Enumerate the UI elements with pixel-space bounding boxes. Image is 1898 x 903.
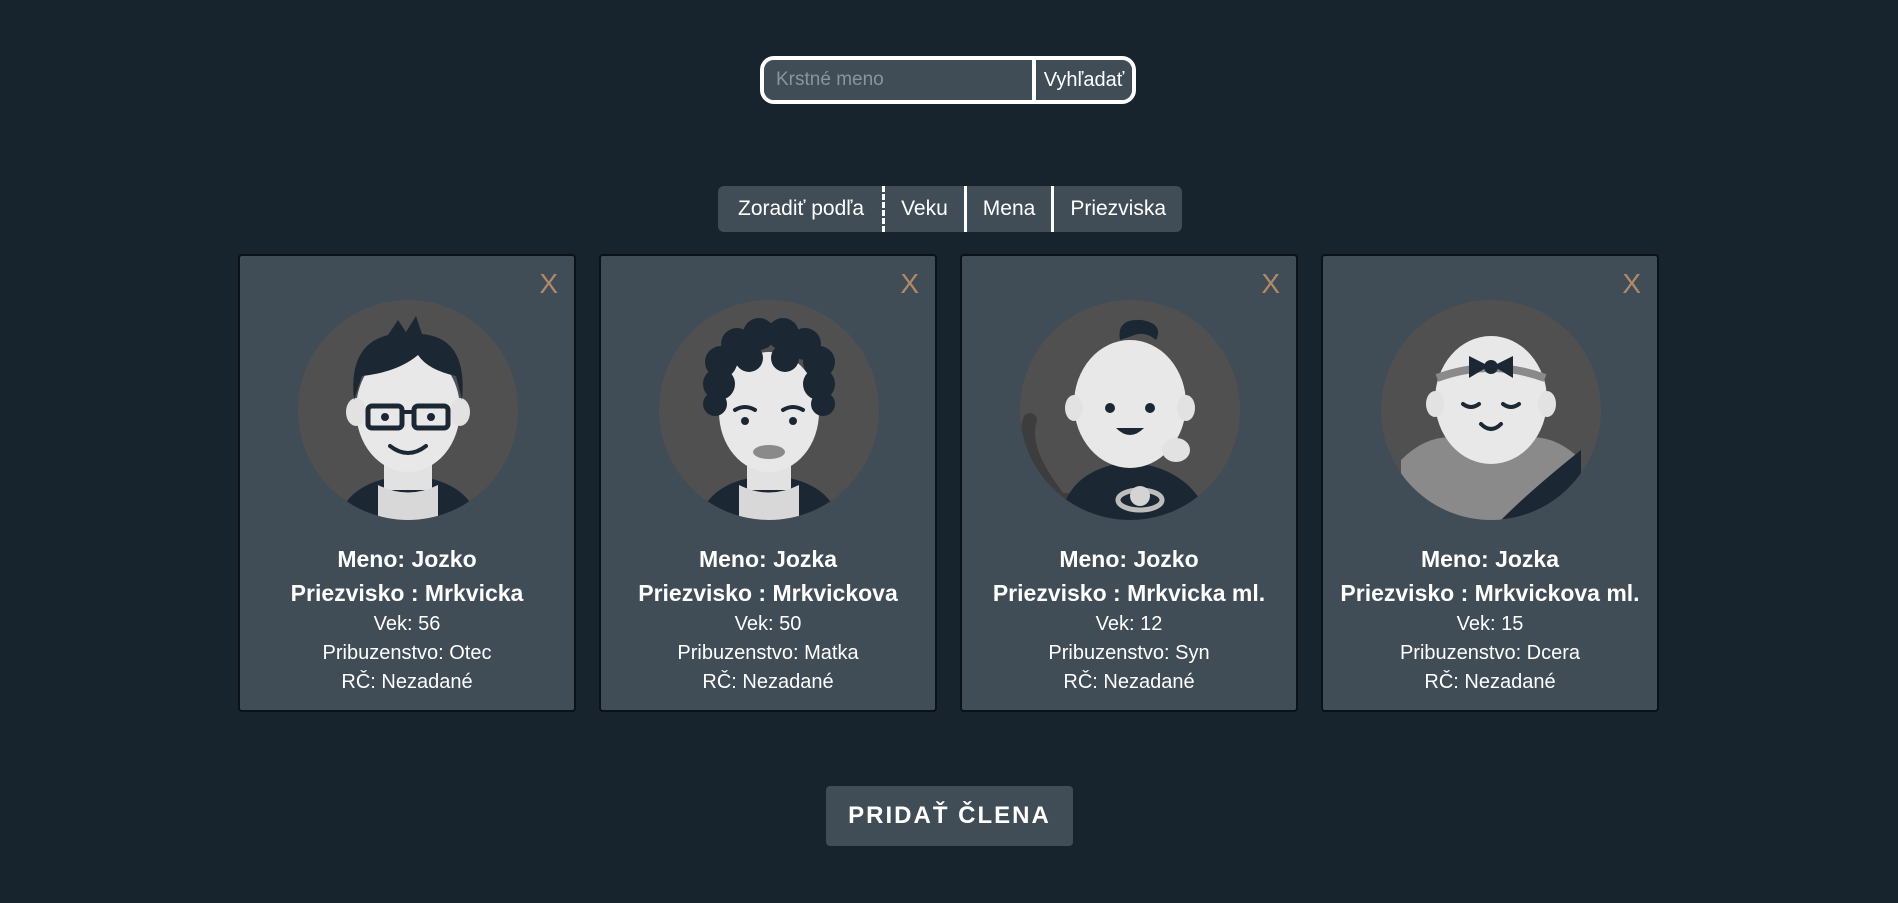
member-name: Meno: Jozka <box>698 546 838 572</box>
member-surname: Priezvisko : Mrkvicka <box>290 580 524 606</box>
search-input[interactable] <box>764 60 1032 100</box>
member-info: Meno: Jozko Priezvisko : Mrkvicka ml. Ve… <box>962 542 1296 697</box>
member-age: Vek: 50 <box>734 613 802 635</box>
sort-bar: Zoradiť podľa Veku Mena Priezviska <box>718 186 1183 232</box>
remove-member-button[interactable]: X <box>539 268 558 300</box>
man-with-glasses-avatar <box>298 300 518 520</box>
sort-by-surname-button[interactable]: Priezviska <box>1054 186 1182 232</box>
member-surname: Priezvisko : Mrkvickova ml. <box>1340 580 1640 606</box>
member-age: Vek: 12 <box>1095 613 1163 635</box>
member-rc: RČ: Nezadané <box>341 671 473 693</box>
member-rc: RČ: Nezadané <box>702 671 834 693</box>
member-info: Meno: Jozka Priezvisko : Mrkvickova ml. … <box>1323 542 1657 697</box>
sort-by-name-button[interactable]: Mena <box>967 186 1052 232</box>
remove-member-button[interactable]: X <box>1622 268 1641 300</box>
member-relation: Pribuzenstvo: Matka <box>677 642 859 664</box>
member-rc: RČ: Nezadané <box>1063 671 1195 693</box>
woman-curly-hair-avatar <box>659 300 879 520</box>
member-name: Meno: Jozko <box>1059 546 1199 572</box>
member-card: X Meno: Jozko Priezvisko : Mrkvicka ml. … <box>960 254 1298 712</box>
sort-label: Zoradiť podľa <box>738 197 865 220</box>
baby-boy-avatar <box>1020 300 1240 520</box>
sort-by-age-button[interactable]: Veku <box>885 186 964 232</box>
member-surname: Priezvisko : Mrkvickova <box>638 580 898 606</box>
member-card: X Meno: Jozka Priezvisko: Mrkvickova Ve… <box>599 254 937 712</box>
member-relation: Pribuzenstvo: Syn <box>1048 642 1210 664</box>
member-card: X Meno: Jozka Priezvisko : Mrkvickova ml… <box>1321 254 1659 712</box>
member-name: Meno: Jozko <box>337 546 477 572</box>
member-age: Vek: 15 <box>1456 613 1524 635</box>
remove-member-button[interactable]: X <box>900 268 919 300</box>
baby-girl-bow-avatar <box>1381 300 1601 520</box>
member-name: Meno: Jozka <box>1420 546 1560 572</box>
member-age: Vek: 56 <box>373 613 441 635</box>
remove-member-button[interactable]: X <box>1261 268 1280 300</box>
member-surname: Priezvisko : Mrkvicka ml. <box>992 580 1266 606</box>
member-card: X Meno: Jozko Priezvisko : Mrkvicka Vek:… <box>238 254 576 712</box>
member-relation: Pribuzenstvo: Otec <box>322 642 492 664</box>
member-info: Meno: Jozka Priezvisko : Mrkvickova Vek:… <box>601 542 935 697</box>
member-info: Meno: Jozko Priezvisko : Mrkvicka Vek: 5… <box>240 542 574 697</box>
search-bar: Vyhľadať <box>760 56 1136 104</box>
search-button[interactable]: Vyhľadať <box>1036 60 1132 100</box>
add-member-button[interactable]: PRIDAŤ ČLENA <box>826 786 1073 846</box>
member-rc: RČ: Nezadané <box>1424 671 1556 693</box>
member-relation: Pribuzenstvo: Dcera <box>1399 642 1581 664</box>
